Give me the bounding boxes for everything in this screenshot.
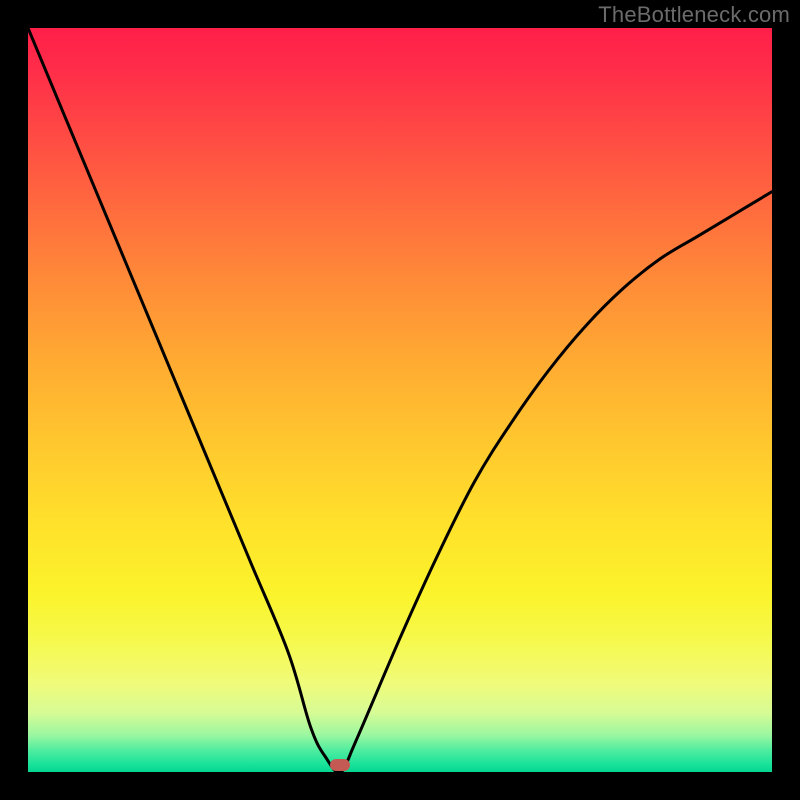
bottleneck-curve — [28, 28, 772, 772]
plot-area — [28, 28, 772, 772]
chart-frame: TheBottleneck.com — [0, 0, 800, 800]
optimal-point-marker — [330, 759, 350, 771]
watermark-text: TheBottleneck.com — [598, 2, 790, 28]
